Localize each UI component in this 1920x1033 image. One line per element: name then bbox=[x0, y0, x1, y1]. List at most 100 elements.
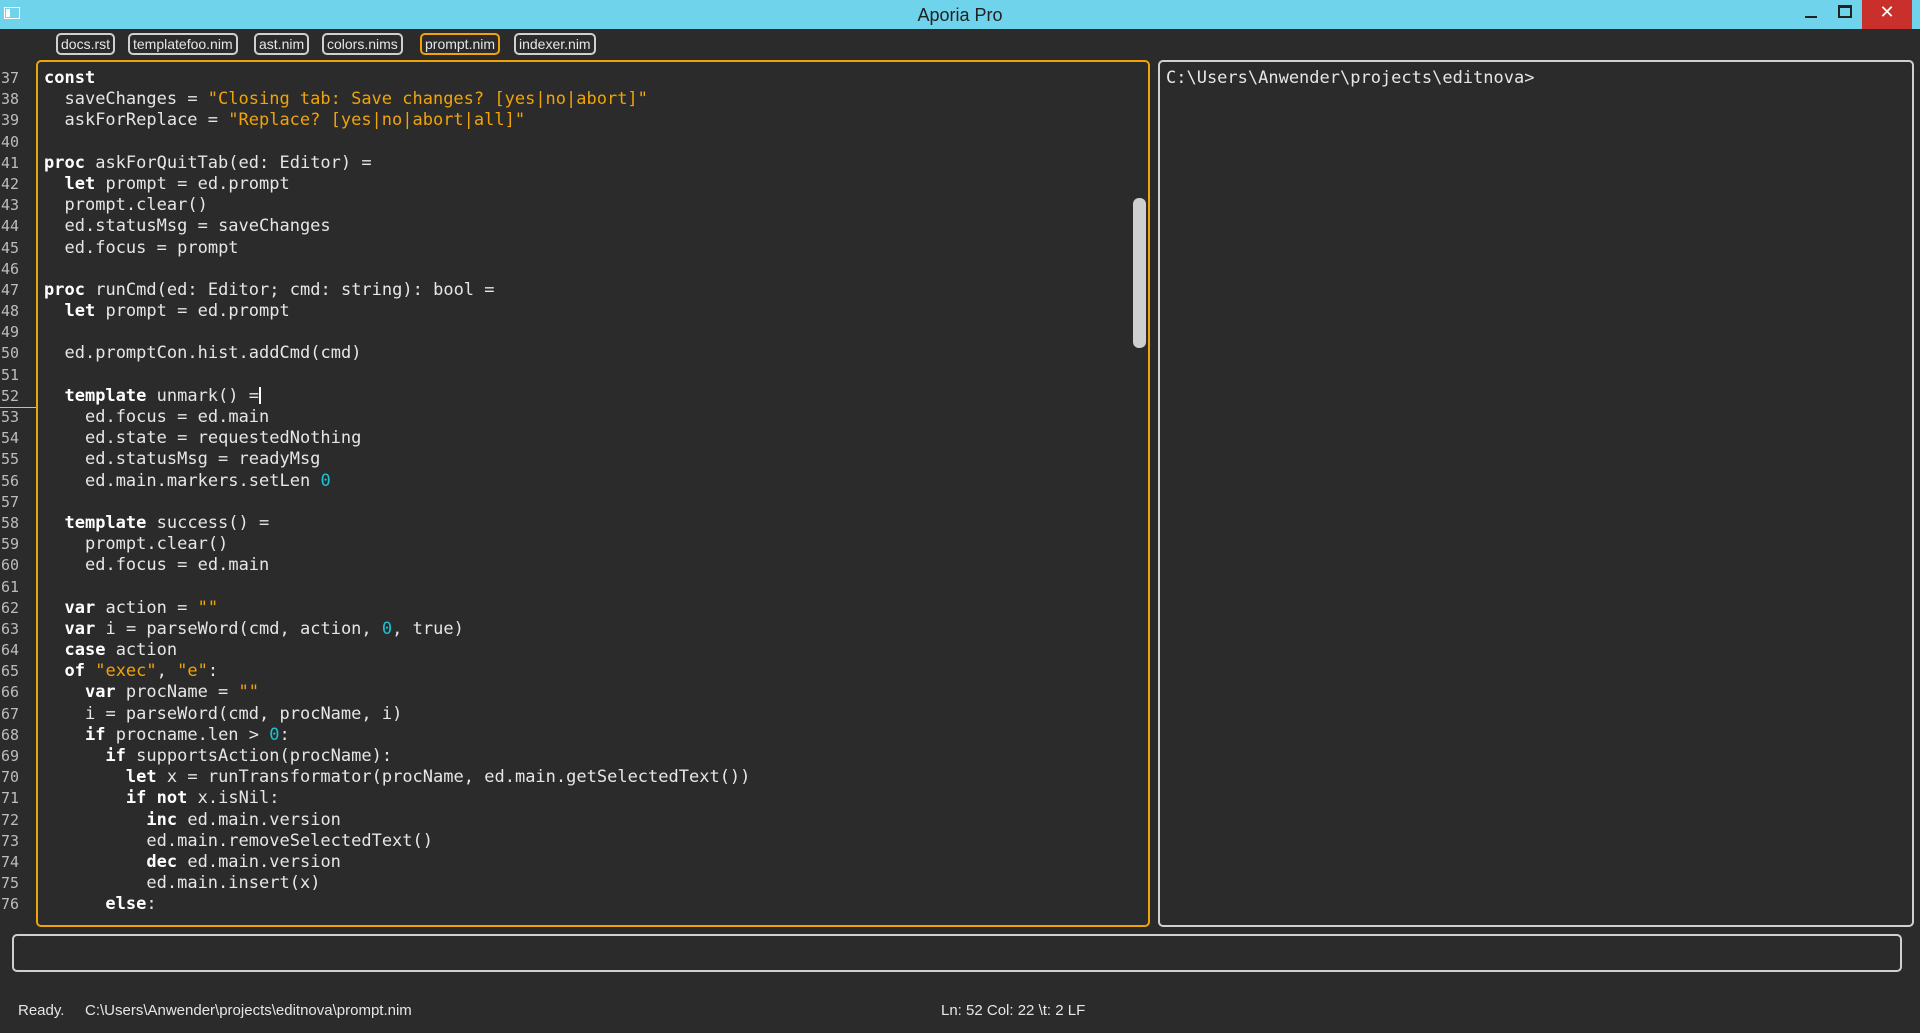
code-line[interactable] bbox=[44, 132, 750, 153]
code-line[interactable] bbox=[44, 365, 750, 386]
window-title: Aporia Pro bbox=[917, 5, 1003, 25]
line-number: 74 bbox=[1, 852, 20, 871]
code-line[interactable]: saveChanges = "Closing tab: Save changes… bbox=[44, 89, 750, 110]
code-line[interactable]: let prompt = ed.prompt bbox=[44, 301, 750, 322]
code-line[interactable]: ed.main.insert(x) bbox=[44, 873, 750, 894]
code-area[interactable]: const saveChanges = "Closing tab: Save c… bbox=[44, 68, 750, 916]
code-line[interactable] bbox=[44, 322, 750, 343]
code-line[interactable]: i = parseWord(cmd, procName, i) bbox=[44, 704, 750, 725]
line-number: 54 bbox=[1, 429, 20, 448]
tab-colors-nims[interactable]: colors.nims bbox=[322, 33, 403, 55]
code-line[interactable]: var action = "" bbox=[44, 598, 750, 619]
code-line[interactable]: prompt.clear() bbox=[44, 195, 750, 216]
code-line[interactable]: ed.focus = ed.main bbox=[44, 407, 750, 428]
line-number: 68 bbox=[1, 725, 20, 744]
status-file-path: C:\Users\Anwender\projects\editnova\prom… bbox=[85, 1002, 412, 1019]
command-input[interactable] bbox=[18, 940, 1898, 968]
line-number: 51 bbox=[1, 365, 20, 384]
console-pane[interactable]: C:\Users\Anwender\projects\editnova> bbox=[1158, 60, 1914, 927]
code-line[interactable]: askForReplace = "Replace? [yes|no|abort|… bbox=[44, 110, 750, 131]
line-number: 37 bbox=[1, 69, 20, 87]
line-number: 45 bbox=[1, 238, 20, 257]
tab-templatefoo-nim[interactable]: templatefoo.nim bbox=[128, 33, 238, 55]
line-number: 40 bbox=[1, 132, 20, 151]
code-line[interactable]: ed.focus = prompt bbox=[44, 238, 750, 259]
command-prompt[interactable] bbox=[12, 934, 1902, 972]
line-number: 46 bbox=[1, 259, 20, 278]
code-line[interactable]: prompt.clear() bbox=[44, 534, 750, 555]
line-number: 52 bbox=[0, 386, 37, 409]
title-bar: Aporia Pro ✕ bbox=[0, 0, 1920, 29]
close-icon: ✕ bbox=[1879, 2, 1895, 22]
tab-ast-nim[interactable]: ast.nim bbox=[254, 33, 310, 55]
status-cursor-position: Ln: 52 Col: 22 \t: 2 LF bbox=[941, 1002, 1086, 1019]
code-line[interactable]: if supportsAction(procName): bbox=[44, 746, 750, 767]
code-line[interactable]: proc askForQuitTab(ed: Editor) = bbox=[44, 153, 750, 174]
tab-docs-rst[interactable]: docs.rst bbox=[56, 33, 116, 55]
line-number: 63 bbox=[1, 619, 20, 638]
tab-indexer-nim[interactable]: indexer.nim bbox=[514, 33, 596, 55]
line-number: 60 bbox=[1, 556, 20, 575]
code-line[interactable]: ed.focus = ed.main bbox=[44, 555, 750, 576]
code-line[interactable]: dec ed.main.version bbox=[44, 852, 750, 873]
code-line[interactable]: template unmark() = bbox=[44, 386, 750, 407]
line-number: 67 bbox=[1, 704, 20, 723]
code-line[interactable]: var i = parseWord(cmd, action, 0, true) bbox=[44, 619, 750, 640]
line-number: 41 bbox=[1, 153, 20, 172]
code-line[interactable] bbox=[44, 577, 750, 598]
code-line[interactable] bbox=[44, 492, 750, 513]
line-number: 70 bbox=[1, 768, 20, 787]
line-number: 71 bbox=[1, 789, 20, 808]
line-number: 65 bbox=[1, 662, 20, 681]
code-line[interactable] bbox=[44, 259, 750, 280]
code-line[interactable]: ed.statusMsg = readyMsg bbox=[44, 449, 750, 470]
line-number: 49 bbox=[1, 323, 20, 342]
line-number: 73 bbox=[1, 831, 20, 850]
line-number: 38 bbox=[1, 90, 20, 109]
code-line[interactable]: let prompt = ed.prompt bbox=[44, 174, 750, 195]
code-line[interactable]: template success() = bbox=[44, 513, 750, 534]
minimize-icon bbox=[1805, 16, 1817, 18]
line-number: 69 bbox=[1, 747, 20, 765]
code-line[interactable]: const bbox=[44, 68, 750, 89]
code-line[interactable]: ed.state = requestedNothing bbox=[44, 428, 750, 449]
line-number: 59 bbox=[1, 535, 20, 554]
code-line[interactable]: var procName = "" bbox=[44, 682, 750, 703]
code-line[interactable]: ed.main.markers.setLen 0 bbox=[44, 471, 750, 492]
maximize-icon bbox=[1838, 5, 1852, 18]
line-number: 42 bbox=[1, 174, 20, 193]
code-line[interactable]: ed.promptCon.hist.addCmd(cmd) bbox=[44, 343, 750, 364]
code-editor[interactable]: const saveChanges = "Closing tab: Save c… bbox=[36, 60, 1150, 927]
status-text: Ready. bbox=[18, 1002, 65, 1019]
line-number: 50 bbox=[1, 344, 20, 363]
code-line[interactable]: ed.statusMsg = saveChanges bbox=[44, 216, 750, 237]
code-line[interactable]: case action bbox=[44, 640, 750, 661]
line-number: 53 bbox=[1, 408, 20, 426]
line-number: 55 bbox=[1, 450, 20, 469]
code-line[interactable]: proc runCmd(ed: Editor; cmd: string): bo… bbox=[44, 280, 750, 301]
line-number: 61 bbox=[1, 577, 20, 596]
line-number-gutter: 37 38 39 40 41 42 43 44 45 46 47 48 49 50 51 52 53 54 55 56… bbox=[0, 68, 37, 916]
close-button[interactable]: ✕ bbox=[1862, 0, 1912, 29]
line-number: 47 bbox=[1, 280, 20, 299]
maximize-button[interactable] bbox=[1830, 0, 1860, 29]
code-line[interactable]: else: bbox=[44, 894, 750, 915]
editor-scrollbar[interactable] bbox=[1133, 198, 1146, 348]
code-line[interactable]: of "exec", "e": bbox=[44, 661, 750, 682]
code-line[interactable]: if procname.len > 0: bbox=[44, 725, 750, 746]
line-number: 44 bbox=[1, 217, 20, 236]
line-number: 39 bbox=[1, 111, 20, 130]
line-number: 62 bbox=[1, 598, 20, 617]
code-line[interactable]: if not x.isNil: bbox=[44, 788, 750, 809]
line-number: 72 bbox=[1, 810, 20, 829]
minimize-button[interactable] bbox=[1796, 0, 1826, 29]
console-prompt-text: C:\Users\Anwender\projects\editnova> bbox=[1166, 68, 1535, 88]
code-line[interactable]: inc ed.main.version bbox=[44, 810, 750, 831]
line-number: 76 bbox=[1, 895, 20, 914]
code-line[interactable]: ed.main.removeSelectedText() bbox=[44, 831, 750, 852]
line-number: 64 bbox=[1, 641, 20, 660]
line-number: 75 bbox=[1, 874, 20, 893]
tab-prompt-nim[interactable]: prompt.nim bbox=[420, 33, 501, 55]
code-line[interactable]: let x = runTransformator(procName, ed.ma… bbox=[44, 767, 751, 788]
line-number: 43 bbox=[1, 196, 20, 215]
